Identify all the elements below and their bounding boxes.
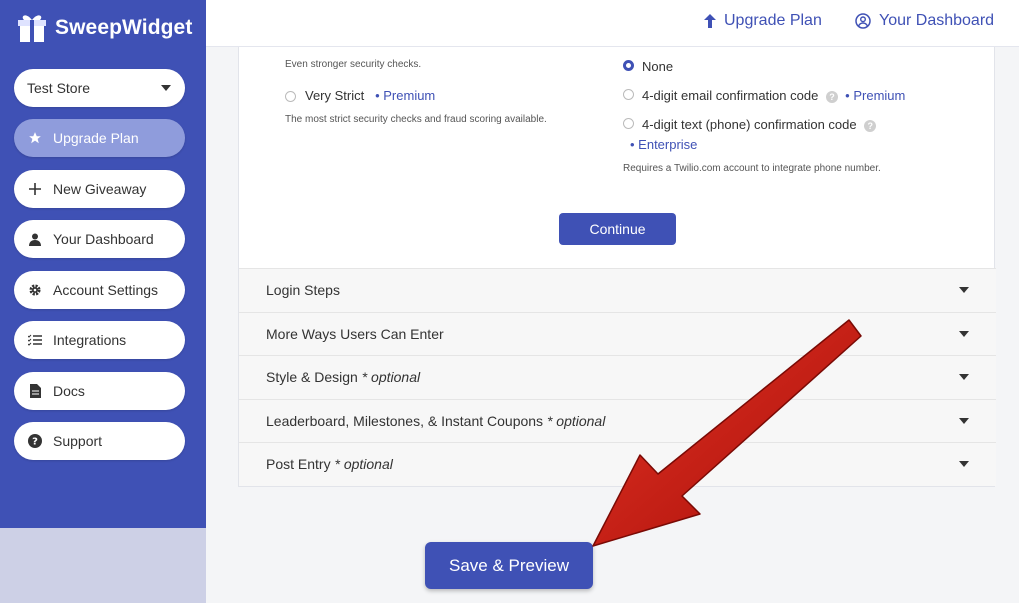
gear-icon — [27, 282, 43, 298]
sidebar-item-label: Account Settings — [53, 282, 159, 298]
sidebar-item-docs[interactable]: Docs — [14, 372, 185, 410]
sidebar-item-label: Docs — [53, 383, 85, 399]
your-dashboard-link[interactable]: Your Dashboard — [855, 12, 994, 30]
sidebar: SweepWidget Test Store Upgrade Plan New … — [0, 0, 206, 603]
gift-icon — [18, 15, 46, 42]
premium-badge: • Premium — [845, 88, 906, 103]
enterprise-badge: • Enterprise — [630, 137, 698, 152]
optional-tag: * optional — [546, 412, 606, 429]
top-bar: Upgrade Plan Your Dashboard — [206, 0, 1019, 47]
email-code-option[interactable]: 4-digit email confirmation code ? • Prem… — [642, 88, 905, 103]
section-post-entry[interactable]: Post Entry * optional — [239, 442, 996, 486]
store-select-value: Test Store — [27, 80, 91, 96]
help-icon[interactable]: ? — [825, 90, 838, 103]
sidebar-item-upgrade-plan[interactable]: Upgrade Plan — [14, 119, 185, 157]
twilio-note: Requires a Twilio.com account to integra… — [623, 163, 881, 174]
svg-text:?: ? — [32, 437, 38, 448]
email-code-radio[interactable] — [623, 89, 634, 100]
chevron-down-icon — [959, 461, 969, 468]
optional-tag: * optional — [361, 369, 421, 386]
giveaway-settings-card: Even stronger security checks. Very Stri… — [238, 47, 996, 487]
very-strict-label: Very Strict — [305, 88, 365, 103]
upgrade-plan-label: Upgrade Plan — [724, 12, 822, 29]
very-strict-description: The most strict security checks and frau… — [285, 114, 547, 125]
upgrade-plan-link[interactable]: Upgrade Plan — [704, 12, 822, 30]
sidebar-item-your-dashboard[interactable]: Your Dashboard — [14, 220, 185, 258]
sidebar-footer — [0, 528, 206, 603]
sidebar-item-new-giveaway[interactable]: New Giveaway — [14, 170, 185, 208]
document-icon — [27, 383, 43, 399]
sidebar-item-account-settings[interactable]: Account Settings — [14, 271, 185, 309]
brand-name: SweepWidget — [55, 16, 193, 39]
none-radio[interactable] — [623, 60, 634, 71]
very-strict-option[interactable]: Very Strict • Premium — [305, 88, 435, 103]
sidebar-item-label: Integrations — [53, 332, 127, 348]
store-select[interactable]: Test Store — [14, 69, 185, 107]
user-icon — [27, 231, 43, 247]
section-title: Login Steps — [266, 282, 340, 299]
chevron-down-icon — [959, 417, 969, 424]
brand-logo[interactable]: SweepWidget — [14, 10, 192, 46]
sidebar-item-support[interactable]: ? Support — [14, 422, 185, 460]
sidebar-item-label: Your Dashboard — [53, 231, 154, 247]
section-leaderboard[interactable]: Leaderboard, Milestones, & Instant Coupo… — [239, 398, 996, 442]
arrow-up-icon — [704, 14, 716, 28]
chevron-down-icon — [959, 330, 969, 337]
text-code-radio[interactable] — [623, 118, 634, 129]
email-code-label: 4-digit email confirmation code — [642, 88, 819, 103]
chevron-down-icon — [959, 287, 969, 294]
optional-tag: * optional — [334, 456, 393, 473]
sidebar-item-integrations[interactable]: Integrations — [14, 321, 185, 359]
section-style-design[interactable]: Style & Design * optional — [239, 355, 996, 399]
section-title: More Ways Users Can Enter — [266, 325, 444, 342]
sidebar-item-label: Upgrade Plan — [53, 130, 139, 146]
chevron-down-icon — [161, 85, 171, 91]
chevron-down-icon — [959, 374, 969, 381]
user-circle-icon — [855, 13, 871, 29]
star-icon — [27, 130, 43, 146]
none-option-label[interactable]: None — [642, 59, 673, 74]
premium-badge: • Premium — [375, 88, 436, 103]
text-code-option[interactable]: 4-digit text (phone) confirmation code ? — [642, 117, 877, 132]
settings-sections: Login Steps More Ways Users Can Enter St… — [239, 268, 996, 486]
section-more-ways[interactable]: More Ways Users Can Enter — [239, 311, 996, 355]
plus-icon — [27, 181, 43, 197]
help-icon[interactable]: ? — [864, 119, 877, 132]
section-title: Style & Design * optional — [266, 369, 421, 386]
question-icon: ? — [27, 433, 43, 449]
text-code-label: 4-digit text (phone) confirmation code — [642, 117, 857, 132]
your-dashboard-label: Your Dashboard — [879, 12, 995, 29]
very-strict-radio[interactable] — [285, 91, 296, 102]
save-preview-button[interactable]: Save & Preview — [425, 542, 593, 589]
continue-button[interactable]: Continue — [559, 213, 676, 245]
sidebar-item-label: New Giveaway — [53, 181, 147, 197]
stronger-security-description: Even stronger security checks. — [285, 59, 422, 70]
section-title: Leaderboard, Milestones, & Instant Coupo… — [266, 412, 606, 429]
sidebar-item-label: Support — [53, 433, 103, 449]
checklist-icon — [27, 332, 43, 348]
section-title: Post Entry * optional — [266, 456, 393, 473]
section-login-steps[interactable]: Login Steps — [239, 268, 996, 312]
